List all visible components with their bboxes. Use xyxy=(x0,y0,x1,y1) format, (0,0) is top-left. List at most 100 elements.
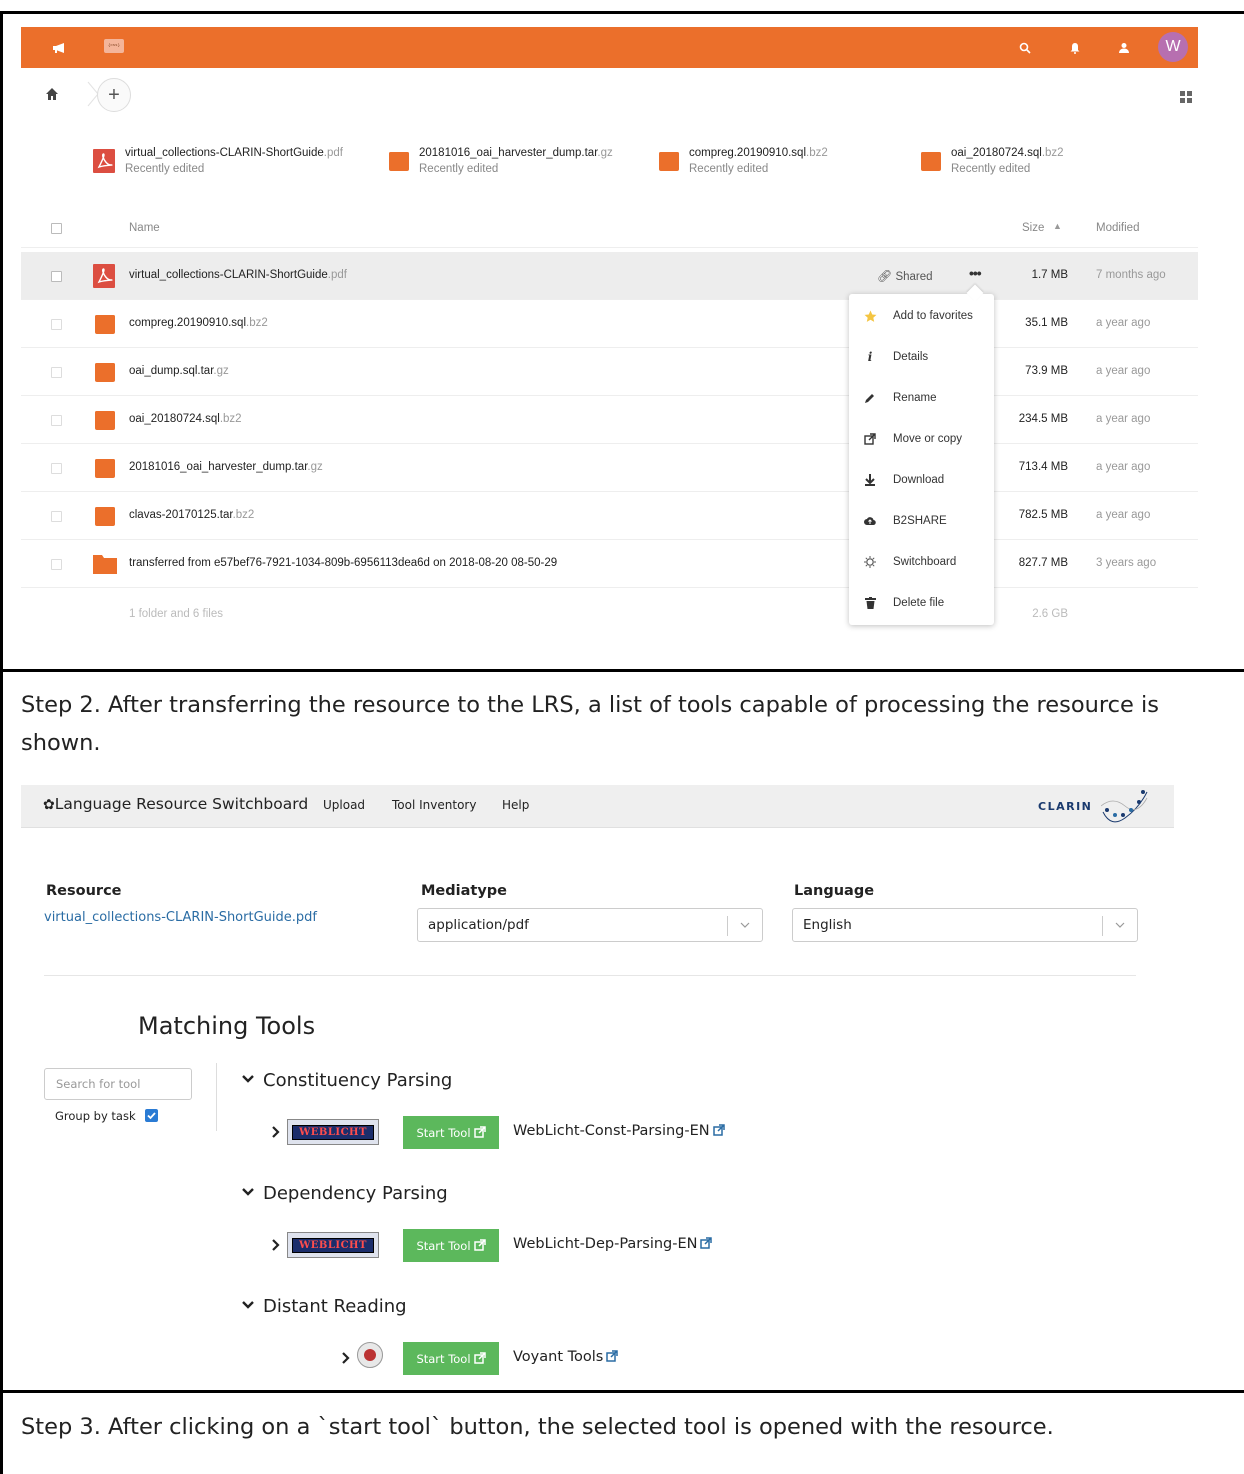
recent-file[interactable]: compreg.20190910.sql.bz2 Recently edited xyxy=(657,145,828,179)
file-name[interactable]: 20181016_oai_harvester_dump.tar xyxy=(129,461,307,473)
matching-tools-title: Matching Tools xyxy=(138,1012,316,1040)
file-size: 1.7 MB xyxy=(1031,269,1068,281)
group-distant-reading[interactable]: Distant Reading xyxy=(241,1296,407,1317)
menu-delete-file[interactable]: Delete file xyxy=(849,583,994,624)
cloud-upload-icon xyxy=(863,514,877,528)
more-actions-icon[interactable]: ••• xyxy=(969,265,982,281)
nav-tool-inventory[interactable]: Tool Inventory xyxy=(392,798,476,812)
external-link-icon xyxy=(473,1238,486,1251)
file-row[interactable]: oai_20180724.sql.bz2 234.5 MB a year ago xyxy=(21,396,1198,444)
share-button[interactable]: 🔗︎ Shared xyxy=(877,269,933,283)
menu-b2share[interactable]: B2SHARE xyxy=(849,501,994,542)
megaphone-icon[interactable] xyxy=(49,37,71,59)
frame-top xyxy=(0,11,1244,14)
file-modified: a year ago xyxy=(1096,317,1151,329)
column-name[interactable]: Name xyxy=(129,222,160,234)
external-link-icon xyxy=(712,1124,725,1136)
file-row[interactable]: virtual_collections-CLARIN-ShortGuide.pd… xyxy=(21,252,1198,300)
menu-add-to-favorites[interactable]: Add to favorites xyxy=(849,296,994,337)
start-tool-button[interactable]: Start Tool xyxy=(403,1342,499,1375)
row-checkbox[interactable] xyxy=(51,319,62,330)
row-checkbox[interactable] xyxy=(51,367,62,378)
recent-file[interactable]: 20181016_oai_harvester_dump.tar.gz Recent… xyxy=(387,145,613,179)
file-modified: a year ago xyxy=(1096,365,1151,377)
recent-file[interactable]: virtual_collections-CLARIN-ShortGuide.pd… xyxy=(93,145,343,179)
user-avatar[interactable]: W xyxy=(1158,32,1188,62)
sort-ascending-icon[interactable]: ▲ xyxy=(1053,221,1062,231)
language-value: English xyxy=(803,917,852,933)
file-row[interactable]: transferred from e57bef76-7921-1034-809b… xyxy=(21,540,1198,588)
start-tool-button[interactable]: Start Tool xyxy=(403,1116,499,1149)
tool-search-input[interactable]: Search for tool xyxy=(44,1068,192,1100)
menu-label: Add to favorites xyxy=(893,310,973,322)
file-name[interactable]: virtual_collections-CLARIN-ShortGuide xyxy=(129,269,328,281)
menu-download[interactable]: Download xyxy=(849,460,994,501)
select-separator xyxy=(727,916,728,936)
file-name[interactable]: compreg.20190910.sql xyxy=(129,317,246,329)
chevron-right-icon[interactable] xyxy=(271,1125,281,1139)
grid-view-icon[interactable] xyxy=(1179,90,1193,104)
file-row[interactable]: clavas-20170125.tar.bz2 782.5 MB a year … xyxy=(21,492,1198,540)
search-icon[interactable] xyxy=(1014,37,1036,59)
bell-icon[interactable] xyxy=(1064,37,1086,59)
menu-details[interactable]: i Details xyxy=(849,337,994,378)
tool-name-label: WebLicht-Const-Parsing-EN xyxy=(513,1123,710,1139)
recent-file-ext: .bz2 xyxy=(806,147,828,159)
column-modified[interactable]: Modified xyxy=(1096,222,1139,234)
mediatype-select[interactable]: application/pdf xyxy=(417,908,763,942)
group-by-task-checkbox[interactable] xyxy=(145,1109,158,1122)
app-header: {css} W xyxy=(21,27,1198,68)
row-checkbox[interactable] xyxy=(51,511,62,522)
file-name[interactable]: oai_dump.sql.tar xyxy=(129,365,213,377)
group-constituency-parsing[interactable]: Constituency Parsing xyxy=(241,1070,452,1091)
menu-move-or-copy[interactable]: Move or copy xyxy=(849,419,994,460)
select-separator xyxy=(1102,916,1103,936)
language-select[interactable]: English xyxy=(792,908,1138,942)
recent-file[interactable]: oai_20180724.sql.bz2 Recently edited xyxy=(919,145,1064,179)
file-ext: .bz2 xyxy=(232,509,255,521)
row-checkbox[interactable] xyxy=(51,559,62,570)
file-ext: .pdf xyxy=(327,269,347,281)
chevron-right-icon[interactable] xyxy=(341,1351,351,1365)
menu-switchboard[interactable]: Switchboard xyxy=(849,542,994,583)
nav-upload[interactable]: Upload xyxy=(323,798,365,812)
file-row[interactable]: oai_dump.sql.tar.gz 73.9 MB a year ago xyxy=(21,348,1198,396)
chevron-right-icon[interactable] xyxy=(271,1238,281,1252)
mediatype-label: Mediatype xyxy=(421,883,507,899)
row-checkbox[interactable] xyxy=(51,415,62,426)
file-row[interactable]: 20181016_oai_harvester_dump.tar.gz 713.4… xyxy=(21,444,1198,492)
tool-name-label: Voyant Tools xyxy=(513,1349,604,1365)
resource-link[interactable]: virtual_collections-CLARIN-ShortGuide.pd… xyxy=(44,910,317,925)
file-size: 234.5 MB xyxy=(1018,413,1068,425)
row-checkbox[interactable] xyxy=(51,463,62,474)
file-row[interactable]: compreg.20190910.sql.bz2 35.1 MB a year … xyxy=(21,300,1198,348)
group-by-task-label: Group by task xyxy=(55,1109,136,1123)
start-label: Start Tool xyxy=(416,1125,471,1140)
file-name[interactable]: oai_20180724.sql xyxy=(129,413,220,425)
app-logo[interactable]: {css} xyxy=(104,39,124,53)
contacts-icon[interactable] xyxy=(1113,37,1135,59)
switchboard-brand[interactable]: ✿Language Resource Switchboard xyxy=(43,795,308,813)
tool-name[interactable]: WebLicht-Const-Parsing-EN xyxy=(513,1123,725,1139)
file-name[interactable]: transferred from e57bef76-7921-1034-809b… xyxy=(129,557,557,569)
clarin-wordmark[interactable]: CLARIN xyxy=(1038,800,1092,813)
weblicht-logo: WEBLICHT xyxy=(287,1119,379,1145)
start-tool-button[interactable]: Start Tool xyxy=(403,1229,499,1262)
menu-rename[interactable]: Rename xyxy=(849,378,994,419)
clarin-logo[interactable] xyxy=(1101,788,1149,826)
add-new-button[interactable]: + xyxy=(97,78,131,112)
recent-file-name: oai_20180724.sql xyxy=(951,147,1042,159)
select-all-checkbox[interactable] xyxy=(51,223,62,234)
home-icon[interactable] xyxy=(45,87,59,101)
row-checkbox[interactable] xyxy=(51,271,62,282)
column-size[interactable]: Size xyxy=(1022,222,1044,234)
frame-left xyxy=(0,11,3,1474)
group-dependency-parsing[interactable]: Dependency Parsing xyxy=(241,1183,448,1204)
file-name[interactable]: clavas-20170125.tar xyxy=(129,509,233,521)
recent-file-name: virtual_collections-CLARIN-ShortGuide xyxy=(125,147,324,159)
file-ext: .bz2 xyxy=(246,317,268,329)
switchboard-app: ✿Language Resource Switchboard Upload To… xyxy=(21,785,1174,1388)
tool-name[interactable]: Voyant Tools xyxy=(513,1349,619,1365)
tool-name[interactable]: WebLicht-Dep-Parsing-EN xyxy=(513,1236,713,1252)
nav-help[interactable]: Help xyxy=(502,798,529,812)
